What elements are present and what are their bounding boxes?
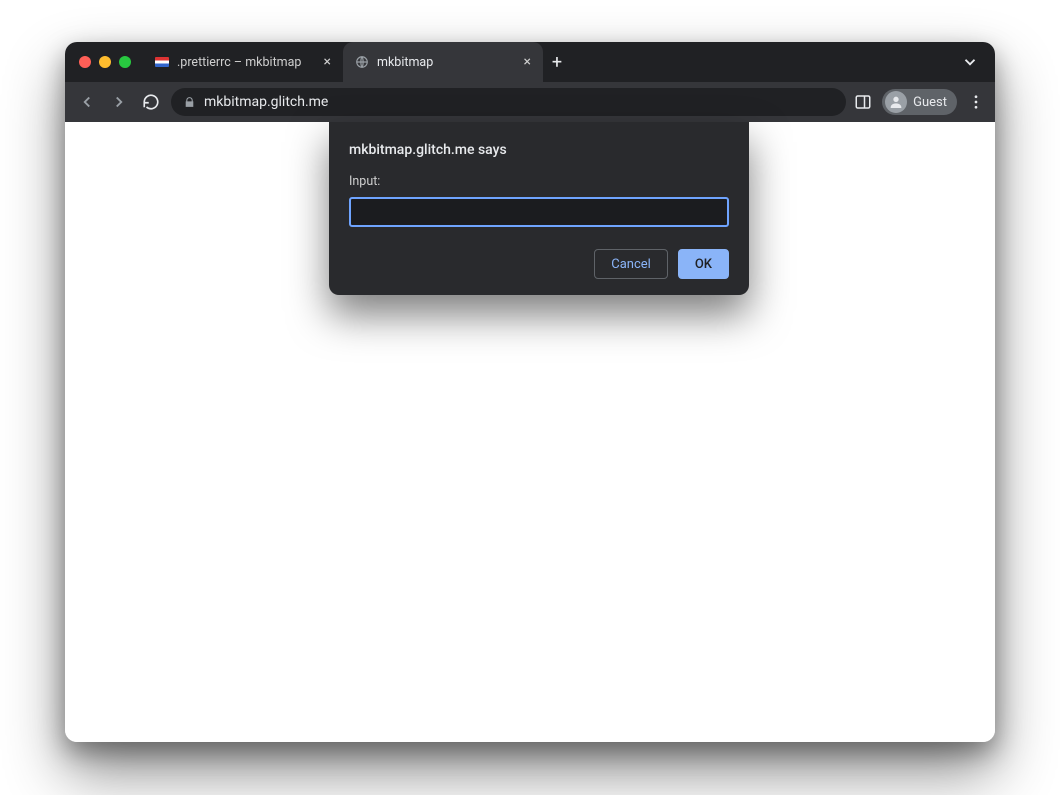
lock-icon [183, 96, 196, 109]
titlebar: .prettierrc – mkbitmap × mkbitmap × + [65, 42, 995, 82]
tab-active[interactable]: mkbitmap × [343, 42, 543, 82]
js-prompt-dialog: mkbitmap.glitch.me says Input: Cancel OK [329, 122, 749, 295]
window-controls [79, 56, 131, 68]
fullscreen-window-button[interactable] [119, 56, 131, 68]
close-window-button[interactable] [79, 56, 91, 68]
ok-button[interactable]: OK [678, 249, 729, 279]
titlebar-right [961, 53, 985, 71]
profile-chip[interactable]: Guest [882, 89, 957, 115]
tab-strip: .prettierrc – mkbitmap × mkbitmap × + [143, 42, 961, 82]
new-tab-button[interactable]: + [543, 42, 571, 82]
dialog-title: mkbitmap.glitch.me says [349, 142, 729, 158]
favicon-icon [155, 57, 169, 67]
globe-icon [355, 55, 369, 69]
panel-icon[interactable] [854, 93, 872, 111]
reload-button[interactable] [139, 90, 163, 114]
tab-title: mkbitmap [377, 55, 433, 70]
tab-inactive[interactable]: .prettierrc – mkbitmap × [143, 42, 343, 82]
minimize-window-button[interactable] [99, 56, 111, 68]
avatar-icon [885, 91, 907, 113]
dialog-actions: Cancel OK [349, 249, 729, 279]
forward-button[interactable] [107, 90, 131, 114]
back-button[interactable] [75, 90, 99, 114]
toolbar-right: Guest [854, 89, 985, 115]
prompt-input[interactable] [349, 197, 729, 227]
cancel-button[interactable]: Cancel [594, 249, 668, 279]
toolbar: mkbitmap.glitch.me Guest [65, 82, 995, 122]
url-text: mkbitmap.glitch.me [204, 94, 328, 110]
ok-button-label: OK [695, 257, 712, 272]
prompt-label: Input: [349, 174, 729, 189]
kebab-menu-icon[interactable] [967, 93, 985, 111]
browser-window: .prettierrc – mkbitmap × mkbitmap × + [65, 42, 995, 742]
cancel-button-label: Cancel [611, 257, 651, 272]
address-bar[interactable]: mkbitmap.glitch.me [171, 88, 846, 116]
chevron-down-icon[interactable] [961, 53, 979, 71]
profile-label: Guest [913, 95, 947, 110]
page-content: mkbitmap.glitch.me says Input: Cancel OK [65, 122, 995, 742]
close-tab-icon[interactable]: × [524, 54, 531, 70]
tab-title: .prettierrc – mkbitmap [177, 55, 301, 70]
close-tab-icon[interactable]: × [324, 54, 331, 70]
